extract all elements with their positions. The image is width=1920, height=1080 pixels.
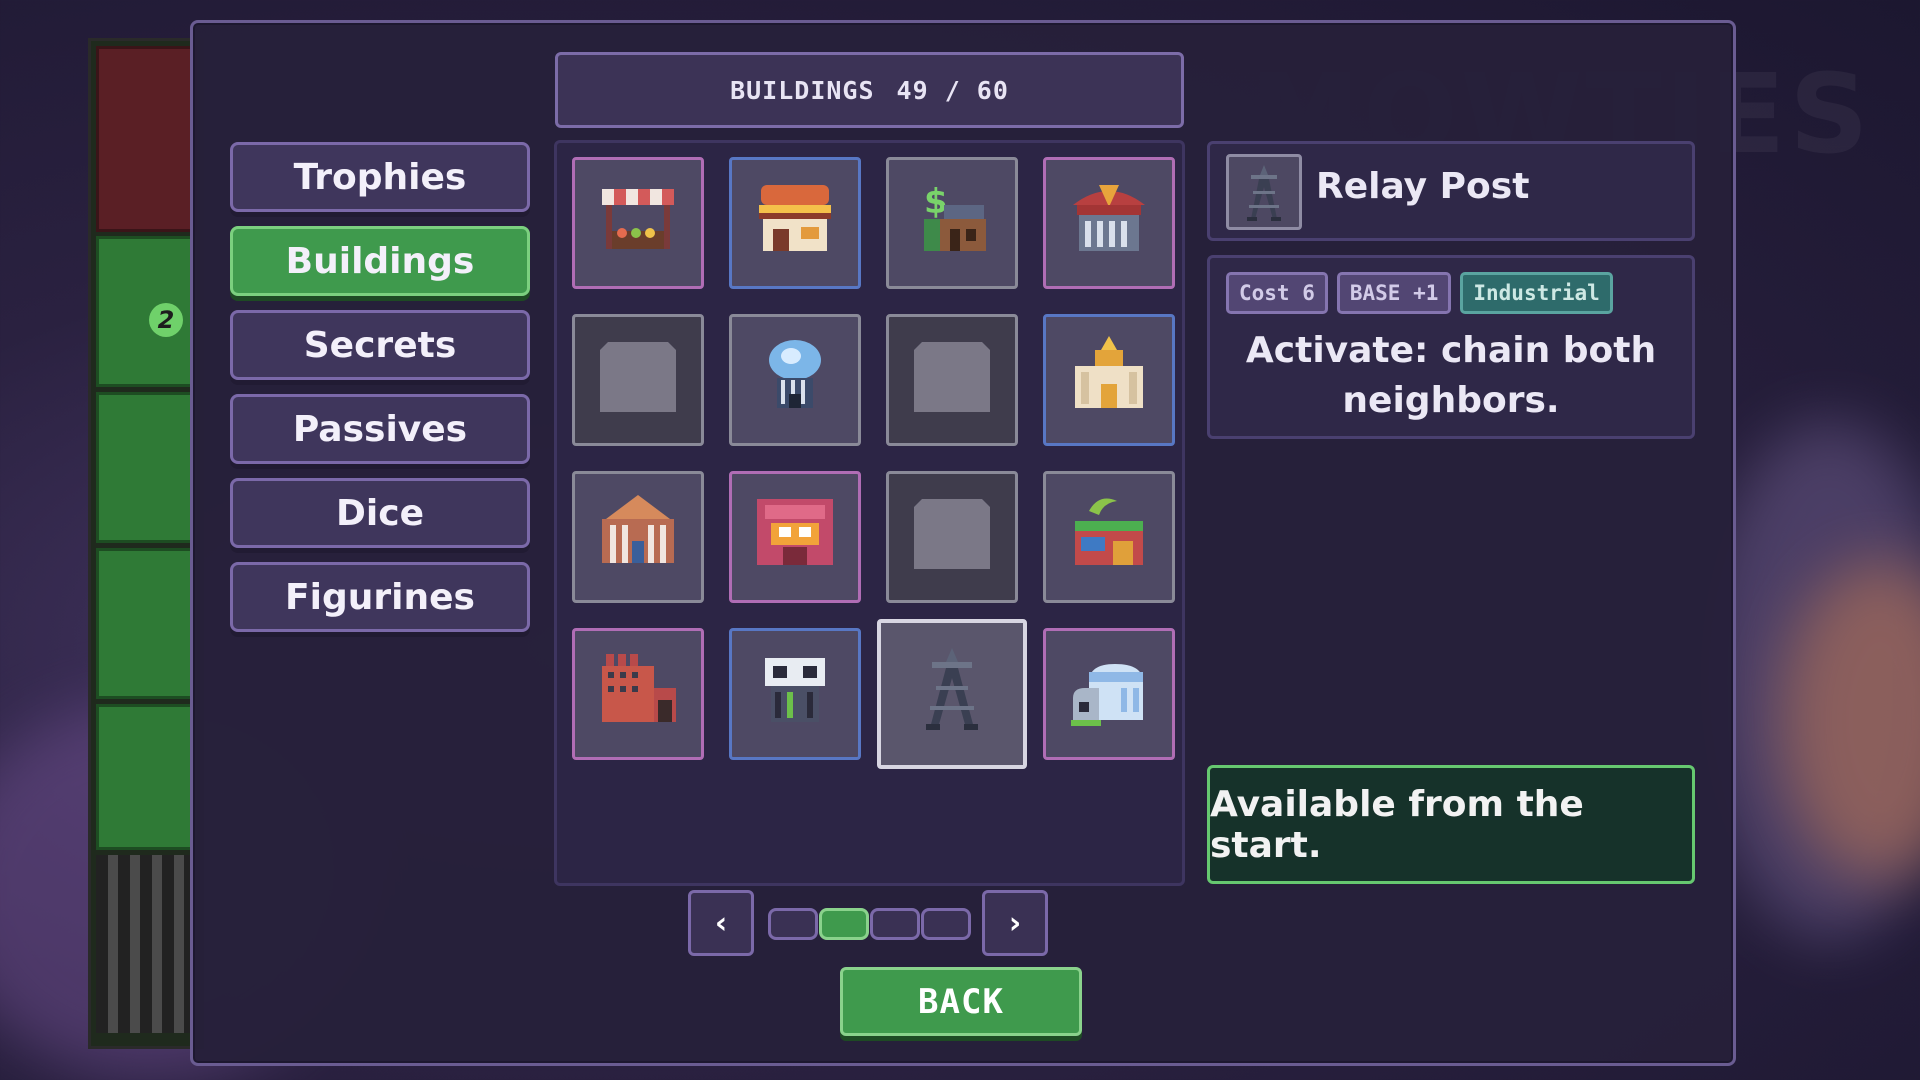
building-cell[interactable] [572,314,704,446]
page-indicator-dot[interactable] [921,908,971,940]
greenhouse-icon [1059,485,1159,589]
relay-tower-icon [902,642,1002,746]
board-slot: 2 [96,236,197,387]
burger-shop-icon [745,171,845,275]
tab-secrets[interactable]: Secrets [230,310,530,380]
building-name: Relay Post [1316,166,1530,207]
cathedral-icon [588,485,688,589]
factory-icon [588,642,688,746]
building-cell[interactable] [886,314,1018,446]
back-button[interactable]: BACK [840,967,1082,1036]
page-indicator-dot[interactable] [870,908,920,940]
building-cell[interactable] [1043,471,1175,603]
board-bars [96,855,191,1033]
collection-header: BUILDINGS 49 / 60 [555,52,1184,128]
building-cell[interactable] [1043,157,1175,289]
building-cell[interactable] [886,471,1018,603]
cost-tag: Cost 6 [1226,272,1328,314]
tab-figurines[interactable]: Figurines [230,562,530,632]
detail-body: Cost 6 BASE +1 Industrial Activate: chai… [1207,255,1695,439]
header-section-label: BUILDINGS [730,75,875,105]
tab-passives[interactable]: Passives [230,394,530,464]
page-indicator-dot[interactable] [819,908,869,940]
relay-tower-icon [1226,154,1302,230]
locked-building-icon [588,328,688,432]
building-cell[interactable] [729,157,861,289]
temple-icon [1059,328,1159,432]
category-tag: Industrial [1460,272,1613,314]
jellyfish-tower-icon [745,328,845,432]
building-cell[interactable] [1043,314,1175,446]
tag-row: Cost 6 BASE +1 Industrial [1226,272,1613,314]
building-cell[interactable] [572,628,704,760]
building-cell[interactable]: $ [886,157,1018,289]
building-cell[interactable] [729,471,861,603]
building-cell[interactable] [729,314,861,446]
igloo-icon [1059,642,1159,746]
detail-header: Relay Post [1207,141,1695,241]
tab-buildings[interactable]: Buildings [230,226,530,296]
board-slot [96,704,197,850]
bank-icon: $ [902,171,1002,275]
building-cell[interactable] [1043,628,1175,760]
locked-building-icon [902,328,1002,432]
board-slot [96,392,197,543]
locked-building-icon [902,485,1002,589]
building-cell[interactable] [729,628,861,760]
prev-page-button[interactable]: ‹ [688,890,754,956]
building-cell[interactable] [877,619,1027,769]
arcade-icon [745,485,845,589]
header-count: 49 / 60 [896,75,1009,105]
board-slot [96,548,197,699]
page-indicator-dot[interactable] [768,908,818,940]
chevron-left-icon: ‹ [714,905,728,941]
pizza-shop-icon [1059,171,1159,275]
building-description: Activate: chain both neighbors. [1245,330,1657,421]
tab-dice[interactable]: Dice [230,478,530,548]
chevron-right-icon: › [1008,905,1022,941]
market-stall-icon [588,171,688,275]
next-page-button[interactable]: › [982,890,1048,956]
base-tag: BASE +1 [1336,272,1452,314]
board-slot-badge: 2 [149,303,183,337]
robot-shop-icon [745,642,845,746]
building-cell[interactable] [572,157,704,289]
availability-note: Available from the start. [1207,765,1695,884]
board-top-card [96,46,197,232]
tab-trophies[interactable]: Trophies [230,142,530,212]
building-cell[interactable] [572,471,704,603]
